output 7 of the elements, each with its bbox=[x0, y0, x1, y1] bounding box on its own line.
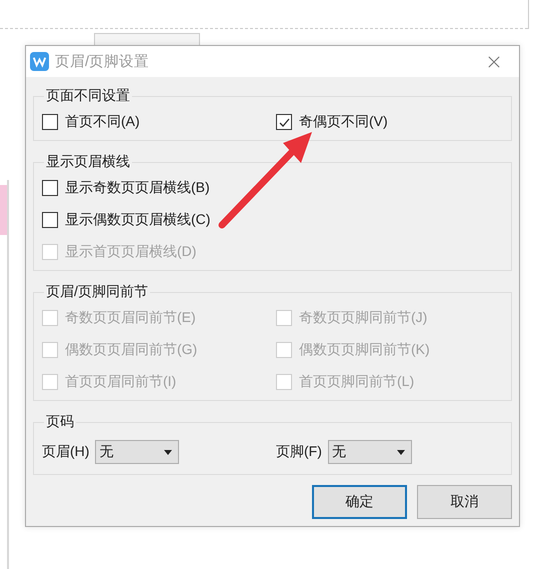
group-title: 页码 bbox=[45, 413, 75, 431]
field-label: 页眉(H) bbox=[42, 443, 90, 461]
group-title: 页面不同设置 bbox=[45, 87, 131, 105]
dialog-title: 页眉/页脚设置 bbox=[55, 53, 150, 71]
group-title: 显示页眉横线 bbox=[45, 153, 131, 171]
group-title: 页眉/页脚同前节 bbox=[45, 283, 149, 301]
field-label: 页脚(F) bbox=[276, 443, 322, 461]
